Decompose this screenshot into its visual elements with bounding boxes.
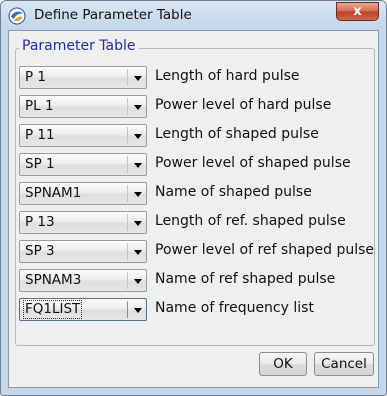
parameter-select[interactable]: P 1 <box>19 66 147 89</box>
parameter-select-value: FQ1LIST <box>22 300 83 319</box>
parameter-description: Name of frequency list <box>155 300 314 316</box>
dialog-body: Parameter Table P 1 Length of hard pulse… <box>8 30 379 388</box>
group-title: Parameter Table <box>19 38 139 54</box>
parameter-select[interactable]: FQ1LIST <box>19 298 147 321</box>
parameter-description: Length of ref. shaped pulse <box>155 213 346 229</box>
dropdown-arrow-icon <box>134 76 142 81</box>
parameter-row: FQ1LIST Name of frequency list <box>19 298 371 321</box>
dropdown-arrow-icon <box>134 134 142 139</box>
parameter-select-value: P 11 <box>25 127 55 143</box>
define-parameter-table-dialog: Define Parameter Table x Parameter Table… <box>0 0 387 396</box>
parameter-select-value: P 13 <box>25 214 55 230</box>
dropdown-arrow-icon <box>134 163 142 168</box>
parameter-select[interactable]: SPNAM1 <box>19 182 147 205</box>
parameter-select[interactable]: P 11 <box>19 124 147 147</box>
parameter-select-value: PL 1 <box>25 98 54 114</box>
parameter-row: SP 3 Power level of ref shaped pulse <box>19 240 375 263</box>
parameter-select[interactable]: SP 3 <box>19 240 147 263</box>
parameter-row: P 11 Length of shaped pulse <box>19 124 371 147</box>
parameter-row: SP 1 Power level of shaped pulse <box>19 153 371 176</box>
app-icon <box>8 7 26 25</box>
close-icon: x <box>353 4 362 19</box>
close-button[interactable]: x <box>336 2 379 21</box>
parameter-description: Name of shaped pulse <box>155 184 312 200</box>
cancel-button[interactable]: Cancel <box>314 352 374 376</box>
parameter-row: P 1 Length of hard pulse <box>19 66 371 89</box>
parameter-row: SPNAM1 Name of shaped pulse <box>19 182 371 205</box>
dropdown-arrow-icon <box>134 192 142 197</box>
parameter-row: P 13 Length of ref. shaped pulse <box>19 211 371 234</box>
ok-button[interactable]: OK <box>259 352 307 376</box>
dropdown-arrow-icon <box>134 308 142 313</box>
dropdown-arrow-icon <box>134 279 142 284</box>
parameter-select-value: SP 3 <box>25 243 55 259</box>
parameter-select[interactable]: SPNAM3 <box>19 269 147 292</box>
parameter-select[interactable]: PL 1 <box>19 95 147 118</box>
parameter-select[interactable]: P 13 <box>19 211 147 234</box>
parameter-description: Name of ref shaped pulse <box>155 271 336 287</box>
parameter-row: PL 1 Power level of hard pulse <box>19 95 371 118</box>
parameter-select-value: SPNAM3 <box>25 272 82 288</box>
parameter-select-value: SP 1 <box>25 156 55 172</box>
parameter-description: Length of hard pulse <box>155 68 300 84</box>
parameter-description: Power level of ref shaped pulse <box>155 242 375 258</box>
dropdown-arrow-icon <box>134 105 142 110</box>
parameter-description: Power level of hard pulse <box>155 97 332 113</box>
parameter-description: Length of shaped pulse <box>155 126 319 142</box>
parameter-description: Power level of shaped pulse <box>155 155 351 171</box>
dropdown-arrow-icon <box>134 221 142 226</box>
window-title: Define Parameter Table <box>34 7 192 23</box>
parameter-select-value: P 1 <box>25 69 47 85</box>
parameter-row: SPNAM3 Name of ref shaped pulse <box>19 269 371 292</box>
parameter-select-value: SPNAM1 <box>25 185 82 201</box>
parameter-select[interactable]: SP 1 <box>19 153 147 176</box>
dropdown-arrow-icon <box>134 250 142 255</box>
title-bar[interactable]: Define Parameter Table x <box>1 1 386 30</box>
